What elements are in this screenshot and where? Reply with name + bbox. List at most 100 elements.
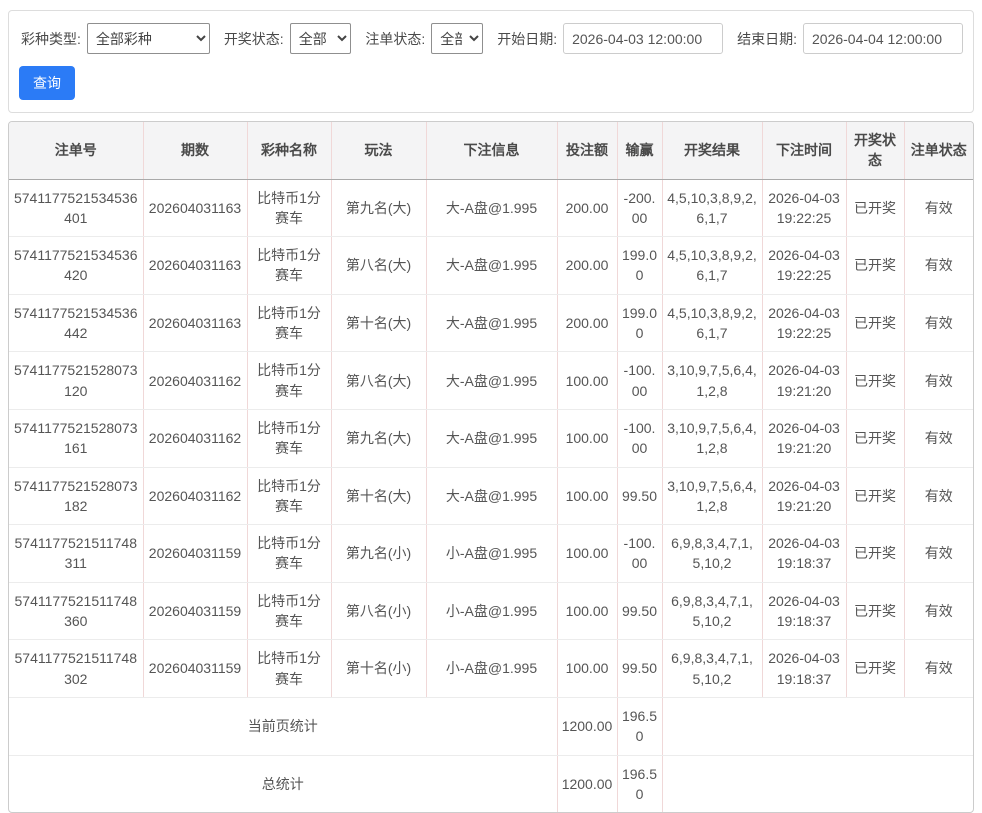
bet-amount-cell: 200.00 (556, 294, 617, 353)
period-cell: 202604031163 (142, 236, 247, 295)
end-date-label: 结束日期: (737, 30, 797, 47)
bet-amount-cell: 100.00 (556, 409, 617, 468)
table-body: 5741177521534536401 202604031163 比特币1分赛车… (9, 179, 973, 698)
draw-result-cell: 6,9,8,3,4,7,1,5,10,2 (661, 524, 762, 583)
period-cell: 202604031162 (142, 409, 247, 468)
bet-id-cell: 5741177521528073161 (9, 409, 143, 468)
bet-id-cell: 5741177521534536420 (9, 236, 143, 295)
bet-info-cell: 小-A盘@1.995 (425, 524, 557, 583)
bet-time-cell: 2026-04-03 19:22:25 (761, 179, 846, 238)
play-method-cell: 第八名(大) (330, 236, 426, 295)
header-play-method: 玩法 (330, 122, 426, 180)
bet-time-cell: 2026-04-03 19:18:37 (761, 639, 846, 698)
lottery-name-cell: 比特币1分赛车 (246, 294, 331, 353)
page-stats-label: 当前页统计 (9, 697, 557, 756)
bet-info-cell: 大-A盘@1.995 (425, 179, 557, 238)
filter-row: 彩种类型: 全部彩种 开奖状态: 全部 注单状态: 全部 开始日期: 结束日期: (19, 23, 963, 54)
table-row: 5741177521534536420 202604031163 比特币1分赛车… (9, 236, 973, 295)
draw-status-cell: 已开奖 (845, 236, 904, 295)
draw-status-cell: 已开奖 (845, 467, 904, 526)
bet-amount-cell: 100.00 (556, 524, 617, 583)
bet-amount-cell: 100.00 (556, 639, 617, 698)
bet-id-cell: 5741177521511748302 (9, 639, 143, 698)
bet-id-cell: 5741177521511748311 (9, 524, 143, 583)
draw-status-cell: 已开奖 (845, 179, 904, 238)
order-status-cell: 有效 (903, 351, 973, 410)
order-status-select[interactable]: 全部 (431, 23, 484, 54)
lottery-type-select[interactable]: 全部彩种 (86, 23, 210, 54)
lottery-name-cell: 比特币1分赛车 (246, 409, 331, 468)
page-stats-row: 当前页统计 1200.00 196.50 (9, 697, 973, 756)
bet-time-cell: 2026-04-03 19:21:20 (761, 351, 846, 410)
bet-id-cell: 5741177521528073182 (9, 467, 143, 526)
bet-info-cell: 大-A盘@1.995 (425, 294, 557, 353)
draw-status-cell: 已开奖 (845, 351, 904, 410)
play-method-cell: 第九名(大) (330, 409, 426, 468)
lottery-name-cell: 比特币1分赛车 (246, 179, 331, 238)
period-cell: 202604031159 (142, 582, 247, 641)
order-status-cell: 有效 (903, 294, 973, 353)
win-loss-cell: -100.00 (616, 351, 662, 410)
bet-id-cell: 5741177521528073120 (9, 351, 143, 410)
draw-status-label: 开奖状态: (223, 30, 284, 47)
table-row: 5741177521511748302 202604031159 比特币1分赛车… (9, 639, 973, 698)
draw-status-cell: 已开奖 (845, 582, 904, 641)
bet-amount-cell: 100.00 (556, 582, 617, 641)
win-loss-cell: 99.50 (616, 582, 662, 641)
draw-result-cell: 3,10,9,7,5,6,4,1,2,8 (661, 467, 762, 526)
bet-info-cell: 大-A盘@1.995 (425, 409, 557, 468)
page-stats-empty (661, 697, 973, 756)
header-win-loss: 输赢 (616, 122, 662, 180)
query-button[interactable]: 查询 (19, 66, 75, 100)
page-stats-bet-total: 1200.00 (556, 697, 617, 756)
records-table-panel: 注单号 期数 彩种名称 玩法 下注信息 投注额 输赢 开奖结果 下注时间 开奖状… (8, 121, 974, 813)
header-draw-result: 开奖结果 (661, 122, 762, 180)
period-cell: 202604031159 (142, 524, 247, 583)
play-method-cell: 第十名(大) (330, 467, 426, 526)
start-date-input[interactable] (563, 23, 724, 54)
win-loss-cell: -100.00 (616, 524, 662, 583)
period-cell: 202604031162 (142, 467, 247, 526)
order-status-cell: 有效 (903, 524, 973, 583)
header-row: 注单号 期数 彩种名称 玩法 下注信息 投注额 输赢 开奖结果 下注时间 开奖状… (9, 122, 973, 180)
bet-time-cell: 2026-04-03 19:21:20 (761, 467, 846, 526)
header-bet-time: 下注时间 (761, 122, 846, 180)
lottery-name-cell: 比特币1分赛车 (246, 582, 331, 641)
bet-id-cell: 5741177521511748360 (9, 582, 143, 641)
lottery-name-cell: 比特币1分赛车 (246, 351, 331, 410)
bet-time-cell: 2026-04-03 19:21:20 (761, 409, 846, 468)
period-cell: 202604031163 (142, 179, 247, 238)
records-table: 注单号 期数 彩种名称 玩法 下注信息 投注额 输赢 开奖结果 下注时间 开奖状… (9, 122, 973, 813)
filter-panel: 彩种类型: 全部彩种 开奖状态: 全部 注单状态: 全部 开始日期: 结束日期:… (8, 10, 974, 113)
order-status-cell: 有效 (903, 236, 973, 295)
table-row: 5741177521534536401 202604031163 比特币1分赛车… (9, 179, 973, 238)
bet-time-cell: 2026-04-03 19:18:37 (761, 524, 846, 583)
bet-info-cell: 小-A盘@1.995 (425, 639, 557, 698)
order-status-cell: 有效 (903, 582, 973, 641)
total-stats-empty (661, 755, 973, 813)
table-row: 5741177521528073161 202604031162 比特币1分赛车… (9, 409, 973, 468)
header-bet-info: 下注信息 (425, 122, 557, 180)
bet-amount-cell: 200.00 (556, 236, 617, 295)
order-status-cell: 有效 (903, 467, 973, 526)
end-date-input[interactable] (803, 23, 963, 54)
header-bet-id: 注单号 (9, 122, 143, 180)
bet-amount-cell: 200.00 (556, 179, 617, 238)
header-draw-status: 开奖状态 (845, 122, 904, 180)
win-loss-cell: 199.00 (616, 294, 662, 353)
lottery-type-label: 彩种类型: (21, 30, 81, 47)
bet-amount-cell: 100.00 (556, 467, 617, 526)
header-bet-amount: 投注额 (556, 122, 617, 180)
page: 彩种类型: 全部彩种 开奖状态: 全部 注单状态: 全部 开始日期: 结束日期:… (0, 0, 982, 813)
total-stats-label: 总统计 (261, 775, 304, 792)
total-stats-winloss-total: 196.50 (616, 755, 662, 813)
order-status-cell: 有效 (903, 409, 973, 468)
bet-info-cell: 大-A盘@1.995 (425, 467, 557, 526)
play-method-cell: 第八名(小) (330, 582, 426, 641)
draw-status-select[interactable]: 全部 (289, 23, 352, 54)
play-method-cell: 第九名(大) (330, 179, 426, 238)
play-method-cell: 第九名(小) (330, 524, 426, 583)
win-loss-cell: 99.50 (616, 467, 662, 526)
win-loss-cell: -100.00 (616, 409, 662, 468)
header-period: 期数 (142, 122, 247, 180)
